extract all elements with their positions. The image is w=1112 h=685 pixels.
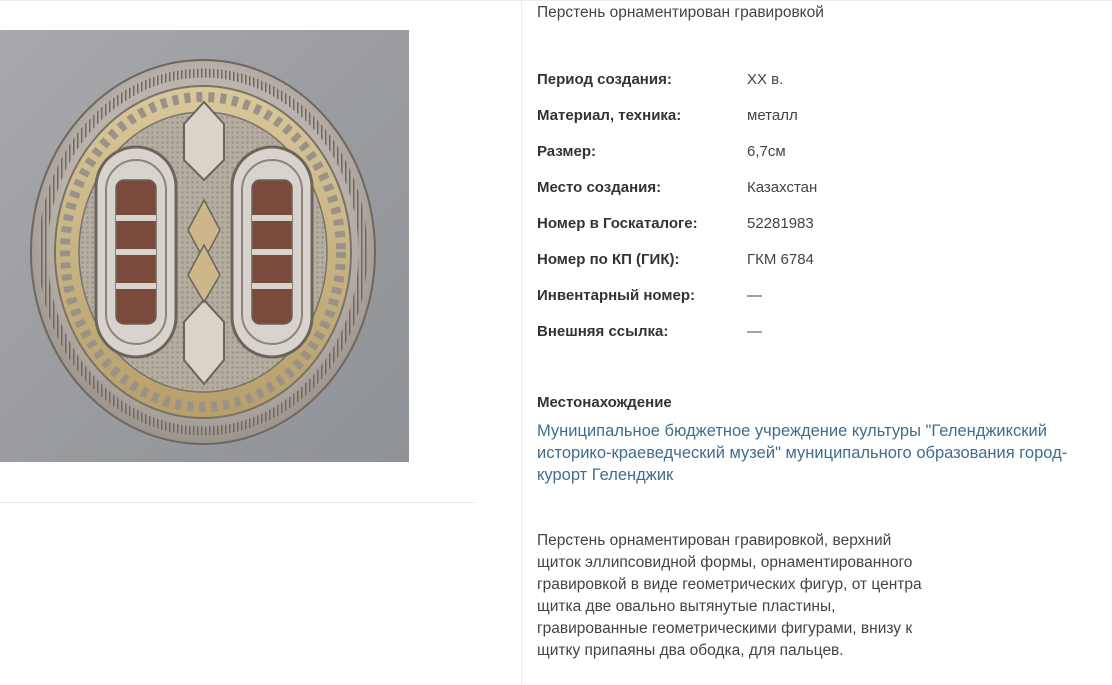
item-description: Перстень орнаментирован гравировкой, вер…	[537, 532, 922, 659]
location-heading: Местонахождение	[537, 394, 672, 411]
property-value: —	[747, 323, 762, 340]
property-label: Период создания:	[537, 71, 672, 88]
item-subtitle: Перстень орнаментирован гравировкой	[537, 4, 824, 21]
property-value: ГКМ 6784	[747, 251, 814, 268]
item-photo[interactable]	[0, 30, 409, 462]
property-label: Материал, техника:	[537, 107, 682, 124]
museum-link[interactable]: Муниципальное бюджетное учреждение культ…	[537, 420, 1107, 486]
property-label: Место создания:	[537, 179, 662, 196]
property-value: XX в.	[747, 71, 784, 88]
ring-photo-illustration	[30, 59, 376, 445]
property-label: Номер в Госкаталоге:	[537, 215, 698, 232]
property-value: 6,7см	[747, 143, 786, 160]
top-divider	[0, 0, 1112, 1]
property-label: Инвентарный номер:	[537, 287, 695, 304]
property-value: 52281983	[747, 215, 814, 232]
photo-bottom-divider	[0, 502, 475, 503]
property-label: Размер:	[537, 143, 597, 160]
property-label: Номер по КП (ГИК):	[537, 251, 680, 268]
property-value: металл	[747, 107, 798, 124]
property-value: —	[747, 287, 762, 304]
property-value: Казахстан	[747, 179, 818, 196]
property-label: Внешняя ссылка:	[537, 323, 669, 340]
column-divider	[521, 0, 522, 685]
